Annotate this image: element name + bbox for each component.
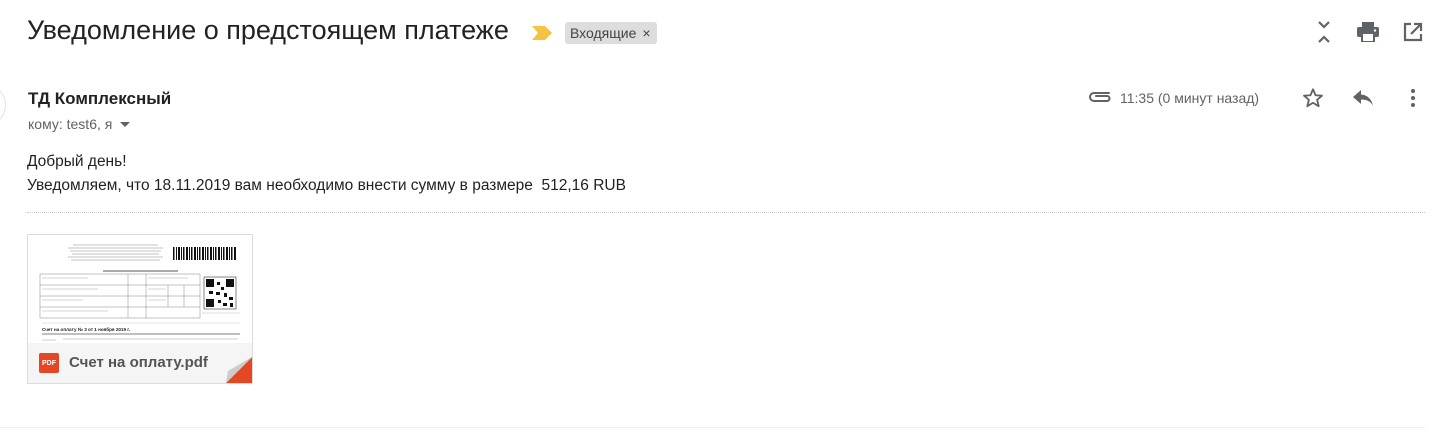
more-vert-icon[interactable] — [1401, 86, 1425, 110]
print-icon[interactable] — [1356, 20, 1380, 44]
recipients-text: кому: test6, я — [28, 116, 113, 132]
recipients-line[interactable]: кому: test6, я — [28, 116, 131, 132]
reply-icon[interactable] — [1351, 86, 1375, 110]
message-bottom-border — [0, 427, 1425, 428]
sender-name[interactable]: ТД Комплексный — [28, 89, 171, 109]
remove-label-icon[interactable]: × — [642, 25, 650, 41]
attachment-filename: Счет на оплату.pdf — [69, 354, 208, 371]
body-line: Добрый день! — [27, 153, 127, 170]
body-line: Уведомляем, что 18.11.2019 вам необходим… — [27, 177, 626, 194]
paperclip-icon — [1089, 92, 1111, 102]
label-chip-inbox[interactable]: Входящие × — [565, 22, 657, 44]
attachments-divider — [27, 212, 1425, 213]
page-fold-icon — [226, 357, 252, 383]
collapse-all-icon[interactable] — [1312, 20, 1336, 44]
message-time: 11:35 (0 минут назад) — [1120, 90, 1260, 106]
label-chip-text: Входящие — [570, 25, 637, 41]
open-in-new-window-icon[interactable] — [1401, 20, 1425, 44]
pdf-file-icon: PDF — [39, 353, 59, 373]
star-icon[interactable] — [1301, 86, 1325, 110]
important-marker-icon[interactable] — [532, 26, 552, 40]
sender-avatar[interactable] — [0, 84, 6, 126]
show-details-dropdown-icon[interactable] — [120, 121, 131, 127]
attachment-preview-thumbnail: Счет на оплату № 3 от 1 ноября 2019 г. — [28, 235, 252, 343]
email-subject: Уведомление о предстоящем платеже — [27, 15, 509, 45]
preview-invoice-title: Счет на оплату № 3 от 1 ноября 2019 г. — [42, 326, 130, 332]
message-body: Добрый день! Уведомляем, что 18.11.2019 в… — [27, 150, 626, 198]
attachment-footer: PDF Счет на оплату.pdf — [28, 343, 252, 383]
attachment-card[interactable]: Счет на оплату № 3 от 1 ноября 2019 г. P… — [27, 234, 253, 384]
